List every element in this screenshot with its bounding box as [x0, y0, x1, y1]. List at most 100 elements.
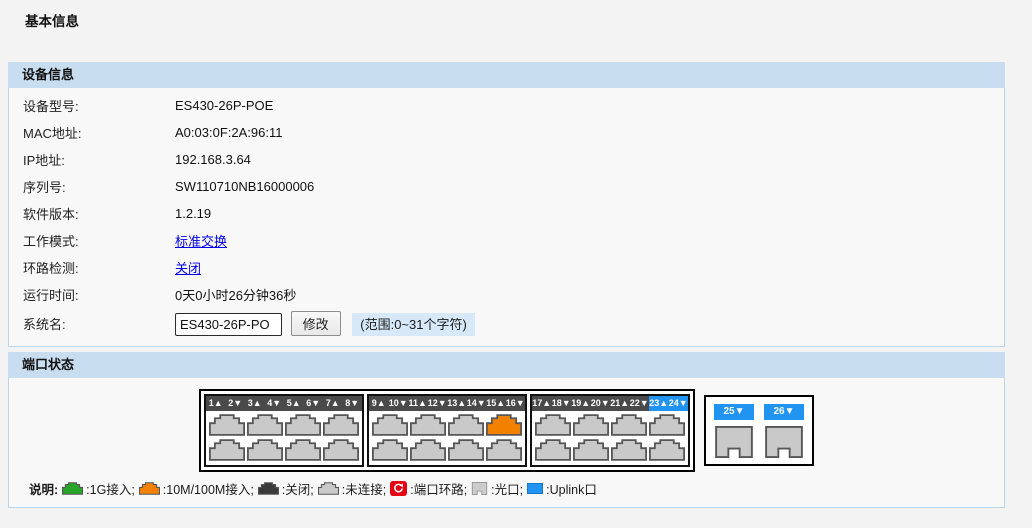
port-icon-6 [285, 439, 321, 461]
sfp-port-26▼: 26▼ [764, 404, 804, 458]
port-icon-9 [372, 414, 408, 436]
port-icon-10 [372, 439, 408, 461]
port-header-23▲: 23▲ [649, 396, 669, 411]
port-header-6▼: 6▼ [304, 396, 324, 411]
port-block-2-header: 9▲10▼11▲12▼13▲14▼15▲16▼ [369, 396, 525, 411]
port-block-3-header: 17▲18▼19▲20▼21▲22▼23▲24▼ [532, 396, 688, 411]
loop-detect-link[interactable]: 关闭 [175, 258, 201, 277]
port-header-22▼: 22▼ [630, 396, 650, 411]
port-status-header: 端口状态 [8, 352, 1005, 378]
port-blocks-container: 1▲2▼3▲4▼5▲6▼7▲8▼ 9▲10▼11▲12▼13▲14▼15▲16▼… [199, 389, 695, 472]
port-block-1: 1▲2▼3▲4▼5▲6▼7▲8▼ [204, 394, 364, 467]
port-icon-13 [448, 414, 484, 436]
device-model-value: ES430-26P-POE [175, 98, 273, 113]
port-header-13▲: 13▲ [447, 396, 467, 411]
serial-number-value: SW110710NB16000006 [175, 179, 314, 194]
port-icon-14 [448, 439, 484, 461]
port-icon-19 [573, 414, 609, 436]
port-icon-23 [649, 414, 685, 436]
row-device-model: 设备型号: ES430-26P-POE [9, 92, 1004, 119]
legend-item: :光口; [471, 479, 523, 498]
legend-uplink-icon [527, 483, 543, 494]
port-header-5▲: 5▲ [284, 396, 304, 411]
port-header-8▼: 8▼ [343, 396, 363, 411]
legend-fiber-port-icon [471, 482, 488, 495]
port-header-7▲: 7▲ [323, 396, 343, 411]
modify-button[interactable]: 修改 [291, 311, 341, 336]
port-header-12▼: 12▼ [428, 396, 448, 411]
port-icon-8 [323, 439, 359, 461]
legend-item-text: :10M/100M接入; [163, 479, 254, 498]
ip-address-value: 192.168.3.64 [175, 152, 251, 167]
software-version-value: 1.2.19 [175, 206, 211, 221]
row-mac-address: MAC地址: A0:03:0F:2A:96:11 [9, 119, 1004, 146]
port-header-10▼: 10▼ [389, 396, 409, 411]
system-name-input[interactable] [175, 313, 282, 336]
sfp-port-icon [764, 426, 804, 458]
port-header-9▲: 9▲ [369, 396, 389, 411]
legend-item-text: :未连接; [342, 479, 386, 498]
mac-address-value: A0:03:0F:2A:96:11 [175, 125, 282, 140]
sfp-header-26▼: 26▼ [764, 404, 804, 420]
port-block-2: 9▲10▼11▲12▼13▲14▼15▲16▼ [367, 394, 527, 467]
device-info-panel: 设备信息 设备型号: ES430-26P-POE MAC地址: A0:03:0F… [8, 62, 1005, 347]
port-icon-4 [247, 439, 283, 461]
ip-address-label: IP地址: [9, 150, 175, 169]
port-header-14▼: 14▼ [467, 396, 487, 411]
sfp-port-icon [714, 426, 754, 458]
page-title: 基本信息 [25, 10, 79, 30]
legend-item: :端口环路; [390, 479, 467, 498]
row-loop-detect: 环路检测: 关闭 [9, 254, 1004, 281]
device-info-header: 设备信息 [8, 62, 1005, 88]
legend-item-text: :1G接入; [86, 479, 135, 498]
port-header-21▲: 21▲ [610, 396, 630, 411]
port-icon-24 [649, 439, 685, 461]
serial-number-label: 序列号: [9, 177, 175, 196]
row-uptime: 运行时间: 0天0小时26分钟36秒 [9, 281, 1004, 308]
system-name-label: 系统名: [9, 314, 175, 333]
port-icon-16 [486, 439, 522, 461]
port-header-18▼: 18▼ [552, 396, 572, 411]
port-status-body: 1▲2▼3▲4▼5▲6▼7▲8▼ 9▲10▼11▲12▼13▲14▼15▲16▼… [8, 378, 1005, 508]
port-legend: 说明::1G接入;:10M/100M接入;:关闭;:未连接;:端口环路;:光口;… [9, 479, 1004, 498]
work-mode-label: 工作模式: [9, 231, 175, 250]
legend-item-text: :关闭; [282, 479, 314, 498]
port-icon-5 [285, 414, 321, 436]
row-serial-number: 序列号: SW110710NB16000006 [9, 173, 1004, 200]
port-header-16▼: 16▼ [506, 396, 526, 411]
port-icon-12 [410, 439, 446, 461]
port-icon-15 [486, 414, 522, 436]
software-version-label: 软件版本: [9, 204, 175, 223]
legend-item-text: :Uplink口 [546, 479, 597, 498]
port-header-3▲: 3▲ [245, 396, 265, 411]
port-icon-3 [247, 414, 283, 436]
sfp-header-25▼: 25▼ [714, 404, 754, 420]
port-icon-18 [535, 439, 571, 461]
row-work-mode: 工作模式: 标准交换 [9, 227, 1004, 254]
sfp-port-25▼: 25▼ [714, 404, 754, 458]
mac-address-label: MAC地址: [9, 123, 175, 142]
legend-item-text: :端口环路; [410, 479, 467, 498]
port-header-11▲: 11▲ [408, 396, 428, 411]
port-icon-22 [611, 439, 647, 461]
port-status-panel: 端口状态 1▲2▼3▲4▼5▲6▼7▲8▼ 9▲10▼11▲12▼13▲14▼1… [8, 352, 1005, 508]
port-header-19▲: 19▲ [571, 396, 591, 411]
row-software-version: 软件版本: 1.2.19 [9, 200, 1004, 227]
work-mode-link[interactable]: 标准交换 [175, 231, 227, 250]
port-header-15▲: 15▲ [486, 396, 506, 411]
port-icon-7 [323, 414, 359, 436]
legend-item: :关闭; [258, 479, 314, 498]
row-system-name: 系统名: 修改 (范围:0~31个字符) [9, 308, 1004, 338]
legend-rj45-gig-icon [62, 482, 83, 495]
uptime-label: 运行时间: [9, 285, 175, 304]
legend-item: :Uplink口 [527, 479, 597, 498]
port-header-2▼: 2▼ [226, 396, 246, 411]
port-area: 1▲2▼3▲4▼5▲6▼7▲8▼ 9▲10▼11▲12▼13▲14▼15▲16▼… [199, 389, 1004, 472]
port-header-24▼: 24▼ [669, 396, 689, 411]
legend-rj45-unconnected-icon [318, 482, 339, 495]
port-header-4▼: 4▼ [265, 396, 285, 411]
legend-item: :10M/100M接入; [139, 479, 254, 498]
loop-detect-label: 环路检测: [9, 258, 175, 277]
row-ip-address: IP地址: 192.168.3.64 [9, 146, 1004, 173]
port-header-1▲: 1▲ [206, 396, 226, 411]
